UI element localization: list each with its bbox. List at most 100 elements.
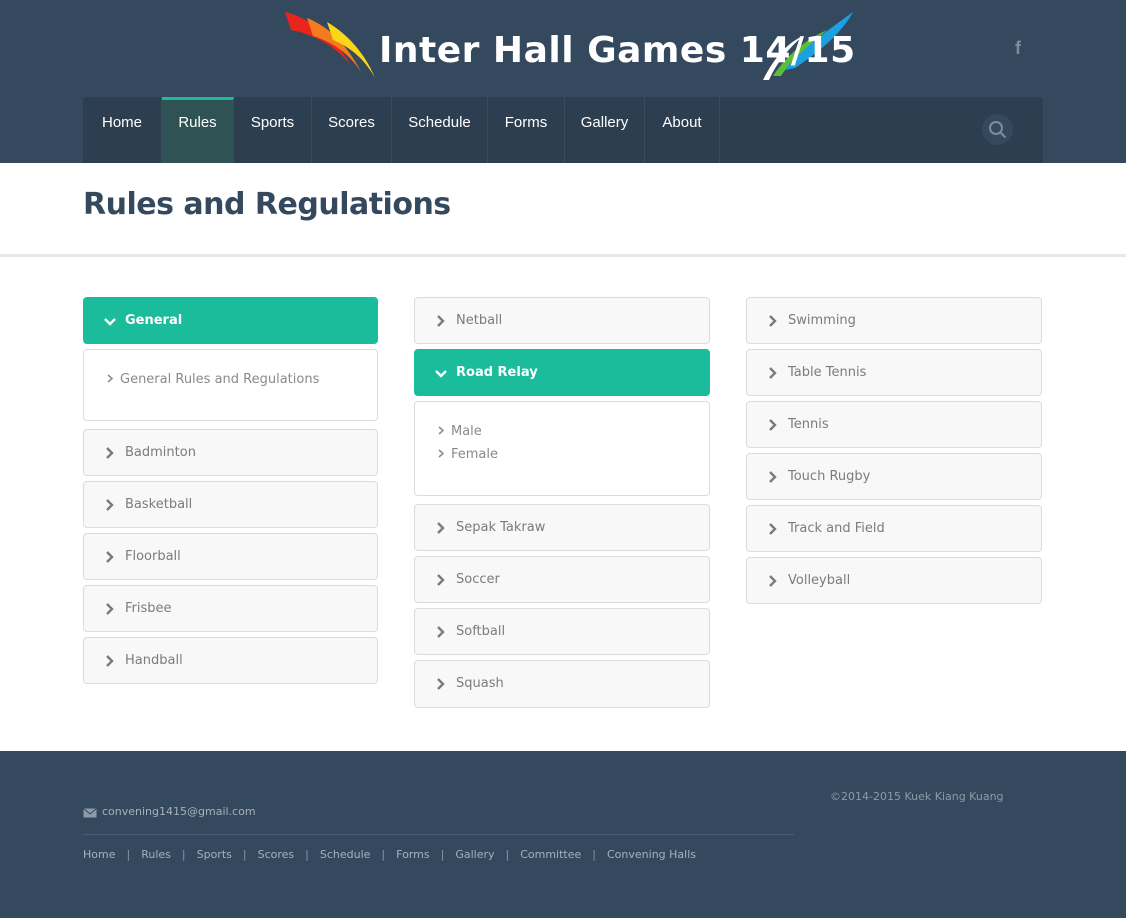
accordion-label: Softball <box>456 624 506 639</box>
footer-divider <box>83 834 794 835</box>
link-male[interactable]: Male <box>436 424 482 439</box>
footer-separator: | <box>181 848 186 861</box>
accordion-road-relay[interactable]: Road Relay <box>414 349 710 396</box>
mail-icon <box>83 808 97 818</box>
logo-text: Inter Hall Games 14/15 <box>379 30 856 71</box>
link-label: General Rules and Regulations <box>120 372 320 387</box>
page-title-bar: Rules and Regulations <box>0 163 1126 257</box>
footer-link-committee[interactable]: Committee <box>520 848 581 861</box>
nav-schedule[interactable]: Schedule <box>392 97 488 163</box>
chevron-right-icon <box>769 575 777 587</box>
accordion-panel-road-relay: Male Female <box>414 401 710 496</box>
nav-gallery[interactable]: Gallery <box>565 97 645 163</box>
footer-separator: | <box>592 848 596 861</box>
accordion-label: Swimming <box>788 313 856 328</box>
page-title: Rules and Regulations <box>83 187 451 222</box>
nav-scores[interactable]: Scores <box>312 97 392 163</box>
chevron-right-icon <box>106 603 114 615</box>
chevron-right-icon <box>769 523 777 535</box>
footer-link-gallery[interactable]: Gallery <box>455 848 494 861</box>
accordion-touch-rugby[interactable]: Touch Rugby <box>746 453 1042 500</box>
footer-separator: | <box>305 848 309 861</box>
chevron-right-icon <box>106 655 114 667</box>
accordion-label: Squash <box>456 676 504 691</box>
accordion-swimming[interactable]: Swimming <box>746 297 1042 344</box>
chevron-right-icon <box>438 426 445 435</box>
chevron-right-icon <box>437 315 445 327</box>
footer-separator: | <box>242 848 247 861</box>
footer-separator: | <box>505 848 510 861</box>
nav-home[interactable]: Home <box>83 97 162 163</box>
footer-separator: | <box>126 848 131 861</box>
chevron-right-icon <box>106 499 114 511</box>
accordion-frisbee[interactable]: Frisbee <box>83 585 378 632</box>
link-female[interactable]: Female <box>436 447 498 462</box>
accordion-netball[interactable]: Netball <box>414 297 710 344</box>
accordion-badminton[interactable]: Badminton <box>83 429 378 476</box>
footer-separator: | <box>440 848 445 861</box>
chevron-right-icon <box>769 367 777 379</box>
chevron-right-icon <box>769 419 777 431</box>
search-icon <box>989 121 1006 138</box>
link-general-rules[interactable]: General Rules and Regulations <box>105 372 319 387</box>
accordion-label: Badminton <box>125 445 196 460</box>
chevron-right-icon <box>437 574 445 586</box>
accordion-panel-general: General Rules and Regulations <box>83 349 378 421</box>
footer-link-sports[interactable]: Sports <box>197 848 232 861</box>
accordion-general[interactable]: General <box>83 297 378 344</box>
accordion-label: Table Tennis <box>788 365 867 380</box>
footer-copyright: ©2014-2015 Kuek Kiang Kuang <box>830 790 1004 803</box>
accordion-label: Soccer <box>456 572 500 587</box>
accordion-softball[interactable]: Softball <box>414 608 710 655</box>
chevron-right-icon <box>437 626 445 638</box>
accordion-volleyball[interactable]: Volleyball <box>746 557 1042 604</box>
chevron-right-icon <box>438 449 445 458</box>
accordion-label: Floorball <box>125 549 181 564</box>
chevron-right-icon <box>437 522 445 534</box>
accordion-label: Touch Rugby <box>788 469 871 484</box>
footer-link-scores[interactable]: Scores <box>258 848 295 861</box>
chevron-right-icon <box>437 678 445 690</box>
accordion-label: Frisbee <box>125 601 172 616</box>
footer-email[interactable]: convening1415@gmail.com <box>102 805 256 818</box>
footer-link-forms[interactable]: Forms <box>396 848 429 861</box>
nav-about[interactable]: About <box>645 97 720 163</box>
accordion-soccer[interactable]: Soccer <box>414 556 710 603</box>
footer-link-home[interactable]: Home <box>83 848 115 861</box>
accordion-label: Volleyball <box>788 573 851 588</box>
nav-sports[interactable]: Sports <box>234 97 312 163</box>
accordion-tennis[interactable]: Tennis <box>746 401 1042 448</box>
accordion-label: Handball <box>125 653 183 668</box>
accordion-basketball[interactable]: Basketball <box>83 481 378 528</box>
site-logo[interactable]: Inter Hall Games 14/15 <box>283 8 855 80</box>
site-header: Inter Hall Games 14/15 f Home Rules Spor… <box>0 0 1126 163</box>
chevron-right-icon <box>769 471 777 483</box>
accordion-track-and-field[interactable]: Track and Field <box>746 505 1042 552</box>
footer-link-convening-halls[interactable]: Convening Halls <box>607 848 696 861</box>
chevron-right-icon <box>106 447 114 459</box>
accordion-handball[interactable]: Handball <box>83 637 378 684</box>
accordion-floorball[interactable]: Floorball <box>83 533 378 580</box>
accordion-label: Track and Field <box>788 521 885 536</box>
main-nav: Home Rules Sports Scores Schedule Forms … <box>83 97 1043 163</box>
chevron-down-icon <box>104 318 116 326</box>
accordion-label: Tennis <box>788 417 829 432</box>
site-footer: convening1415@gmail.com ©2014-2015 Kuek … <box>0 751 1126 918</box>
accordion-table-tennis[interactable]: Table Tennis <box>746 349 1042 396</box>
chevron-right-icon <box>107 374 114 383</box>
chevron-down-icon <box>435 370 447 378</box>
accordion-label: General <box>125 313 183 328</box>
search-button[interactable] <box>982 114 1013 145</box>
footer-links: Home | Rules | Sports | Scores | Schedule | Forms |… <box>83 848 696 861</box>
footer-link-schedule[interactable]: Schedule <box>320 848 371 861</box>
accordion-sepak-takraw[interactable]: Sepak Takraw <box>414 504 710 551</box>
facebook-icon[interactable]: f <box>1010 36 1026 60</box>
footer-link-rules[interactable]: Rules <box>141 848 171 861</box>
accordion-label: Road Relay <box>456 365 538 380</box>
accordion-squash[interactable]: Squash <box>414 660 710 708</box>
accordion-label: Sepak Takraw <box>456 520 546 535</box>
chevron-right-icon <box>769 315 777 327</box>
nav-forms[interactable]: Forms <box>488 97 565 163</box>
link-label: Male <box>451 424 482 439</box>
nav-rules[interactable]: Rules <box>162 97 234 163</box>
